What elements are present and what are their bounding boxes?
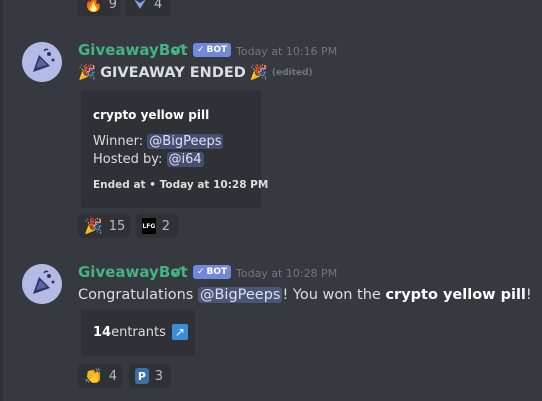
reaction-count: 4 (154, 0, 163, 12)
entrants-count: 14 (93, 324, 112, 340)
lfg-emoji-icon: LFG (142, 218, 156, 234)
party-popper-avatar-icon (22, 264, 62, 304)
entrants-line: 14 entrants ↗ (93, 324, 188, 340)
channel-left-edge (0, 0, 3, 401)
wing-emoji-icon (132, 0, 148, 11)
message-text: ! (525, 287, 532, 303)
host-line: Hosted by: @i64 (93, 152, 204, 167)
entrants-embed: 14 entrants ↗ (81, 310, 195, 356)
party-popper-avatar-icon (22, 42, 62, 82)
edited-label: (edited) (271, 67, 313, 78)
reaction-lfg[interactable]: LFG 2 (136, 214, 178, 238)
timestamp[interactable]: Today at 10:28 PM (236, 267, 337, 280)
giveaway-embed: crypto yellow pill Winner: @BigPeeps Hos… (81, 90, 268, 208)
clap-emoji-icon: 👏 (84, 366, 103, 385)
avatar[interactable] (22, 264, 62, 304)
reaction-p[interactable]: P 3 (129, 364, 171, 388)
reaction-clap[interactable]: 👏 4 (78, 364, 122, 388)
bot-check-icon: ✓ (197, 266, 205, 277)
fire-emoji-icon: 🔥 (84, 0, 103, 13)
p-emoji-icon: P (135, 368, 149, 384)
host-label: Hosted by: (93, 152, 163, 167)
tada-icon: 🎉 (249, 65, 268, 81)
winner-line: Winner: @BigPeeps (93, 134, 224, 149)
embed-footer: Ended at • Today at 10:28 PM (93, 179, 269, 191)
prize-name: crypto yellow pill (385, 287, 526, 303)
verified-check-icon: ✓ (171, 262, 185, 281)
bot-tag: ✓ BOT (193, 43, 232, 57)
reaction-count: 4 (108, 368, 117, 384)
message-text: ! You won the (282, 287, 386, 303)
tada-icon: 🎉 (78, 65, 97, 81)
message-content: Congratulations @BigPeeps! You won the c… (78, 287, 532, 303)
message-text: Congratulations (78, 287, 198, 303)
avatar[interactable] (22, 42, 62, 82)
reaction-count: 15 (108, 218, 126, 234)
host-mention[interactable]: @i64 (166, 152, 204, 167)
reaction-count: 2 (161, 218, 170, 234)
giveaway-ended-heading: 🎉 GIVEAWAY ENDED 🎉 (edited) (78, 64, 313, 82)
embed-title: crypto yellow pill (93, 108, 210, 122)
verified-check-icon: ✓ (171, 40, 185, 59)
timestamp[interactable]: Today at 10:16 PM (236, 45, 337, 58)
external-link-icon[interactable]: ↗ (171, 324, 188, 340)
reaction-count: 3 (154, 368, 163, 384)
tada-emoji-icon: 🎉 (84, 216, 103, 235)
bot-tag-label: BOT (206, 266, 228, 277)
winner-label: Winner: (93, 134, 144, 149)
bot-tag-label: BOT (206, 44, 228, 55)
heading-text: GIVEAWAY ENDED (100, 64, 246, 81)
reaction-fire[interactable]: 🔥 9 (78, 0, 120, 16)
bot-tag: ✓ BOT (193, 265, 232, 279)
bot-check-icon: ✓ (197, 44, 205, 55)
reaction-tada[interactable]: 🎉 15 (78, 214, 130, 238)
reaction-count: 9 (108, 0, 117, 12)
winner-mention[interactable]: @BigPeeps (197, 287, 283, 303)
winner-mention[interactable]: @BigPeeps (147, 134, 224, 149)
entrants-label: entrants (111, 324, 166, 340)
reaction-wing[interactable]: 4 (126, 0, 170, 16)
